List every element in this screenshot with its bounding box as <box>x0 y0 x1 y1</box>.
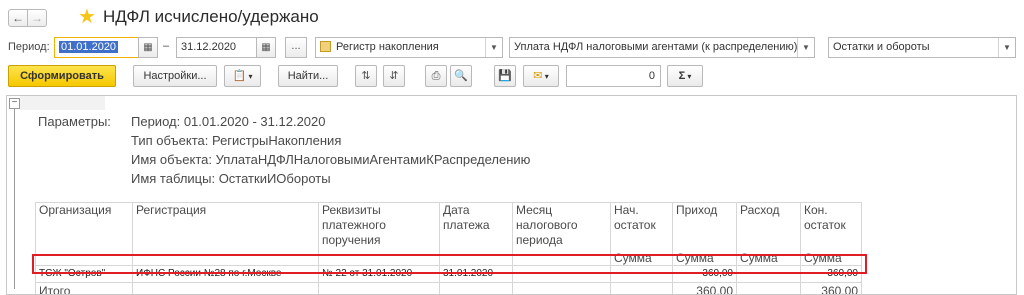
save-button[interactable]: 💾 <box>494 65 516 87</box>
cell-organization[interactable]: ТСЖ "Остров" <box>35 265 133 283</box>
total-income[interactable]: 360,00 <box>672 282 737 294</box>
column-subheader <box>35 251 133 266</box>
column-subheader: Сумма <box>610 251 673 266</box>
cell-tax-month[interactable] <box>512 265 611 283</box>
column-subheader: Сумма <box>672 251 737 266</box>
period-select-button[interactable]: ... <box>285 37 307 58</box>
column-subheader: Сумма <box>736 251 801 266</box>
find-button[interactable]: Найти... <box>278 65 338 87</box>
cell-payment-date[interactable]: 31.01.2020 <box>439 265 513 283</box>
column-header[interactable]: Месяц налогового периода <box>512 202 611 252</box>
clipboard-icon: 📋 <box>232 70 247 82</box>
source-type-select[interactable]: Регистр накопления ▼ <box>315 37 503 58</box>
report-table: Организация Регистрация Реквизиты платеж… <box>35 202 862 294</box>
register-icon <box>320 41 331 52</box>
sort-desc-button[interactable]: ⇵ <box>383 65 405 87</box>
table-subheader-row: Сумма Сумма Сумма Сумма <box>35 251 862 266</box>
print-button[interactable]: ⎙ <box>425 65 447 87</box>
group-line <box>14 109 15 289</box>
sort-asc-button[interactable]: ⇅ <box>355 65 377 87</box>
cell-opening-balance[interactable] <box>610 265 673 283</box>
report-document[interactable]: − Параметры: Период: 01.01.2020 - 31.12.… <box>6 95 1017 295</box>
column-header[interactable]: Организация <box>35 202 133 252</box>
table-header-row: Организация Регистрация Реквизиты платеж… <box>35 202 862 252</box>
star-icon[interactable]: ★ <box>78 6 96 28</box>
sort-descending-icon: ⇵ <box>389 70 399 82</box>
cell-registration[interactable]: ИФНС России №28 по г.Москве <box>132 265 319 283</box>
chevron-down-icon: ▾ <box>246 72 253 81</box>
total-closing[interactable]: 360,00 <box>800 282 862 294</box>
report-header-shade <box>20 96 105 110</box>
floppy-disk-icon: 💾 <box>498 70 512 82</box>
column-subheader: Сумма <box>800 251 862 266</box>
param-period: Период: 01.01.2020 - 31.12.2020 <box>131 114 326 129</box>
column-header[interactable]: Кон. остаток <box>800 202 862 252</box>
cell-expense[interactable] <box>736 265 801 283</box>
column-header[interactable]: Нач. остаток <box>610 202 673 252</box>
title-bar: ← → ★ НДФЛ исчислено/удержано <box>0 0 1024 34</box>
calendar-icon: ▦ <box>143 42 153 53</box>
column-header[interactable]: Регистрация <box>132 202 319 252</box>
period-dash: – <box>163 40 170 52</box>
param-table-name: Имя таблицы: ОстаткиИОбороты <box>131 171 331 186</box>
arrow-right-icon: → <box>31 11 43 25</box>
period-label: Период: <box>8 41 50 53</box>
param-object-name: Имя объекта: УплатаНДФЛНалоговымиАгентам… <box>131 152 531 167</box>
column-subheader <box>132 251 319 266</box>
collapse-group-icon[interactable]: − <box>9 98 20 109</box>
sum-button[interactable]: Σ ▾ <box>667 65 703 87</box>
chevron-down-icon: ▾ <box>685 72 692 81</box>
table-select[interactable]: Остатки и обороты ▼ <box>828 37 1016 58</box>
chevron-down-icon[interactable]: ▼ <box>998 38 1015 57</box>
column-subheader <box>512 251 611 266</box>
chevron-down-icon: ▾ <box>542 72 549 81</box>
column-subheader <box>439 251 513 266</box>
selected-amount-field[interactable]: 0 <box>566 65 661 87</box>
back-button[interactable]: ← <box>8 9 28 27</box>
table-row[interactable]: ТСЖ "Остров" ИФНС России №28 по г.Москве… <box>35 265 862 283</box>
period-from-field[interactable]: 01.01.2020 <box>54 37 140 58</box>
preview-button[interactable]: 🔍 <box>450 65 472 87</box>
send-email-button[interactable]: ✉ ▾ <box>523 65 559 87</box>
params-label: Параметры: <box>38 114 111 129</box>
column-header[interactable]: Приход <box>672 202 737 252</box>
sort-ascending-icon: ⇅ <box>361 70 371 82</box>
forward-button[interactable]: → <box>27 9 47 27</box>
param-object-type: Тип объекта: РегистрыНакопления <box>131 133 342 148</box>
calendar-icon: ▦ <box>261 42 271 53</box>
register-select[interactable]: Уплата НДФЛ налоговыми агентами (к распр… <box>509 37 815 58</box>
column-header[interactable]: Расход <box>736 202 801 252</box>
cell-closing-balance[interactable]: 360,00 <box>800 265 862 283</box>
total-label: Итого <box>35 282 133 294</box>
chevron-down-icon[interactable]: ▼ <box>797 38 814 57</box>
generate-button[interactable]: Сформировать <box>8 65 116 87</box>
column-header[interactable]: Реквизиты платежного поручения <box>318 202 440 252</box>
period-to-field[interactable]: 31.12.2020 <box>176 37 258 58</box>
window-title: НДФЛ исчислено/удержано <box>103 7 319 26</box>
calendar-to-button[interactable]: ▦ <box>256 37 276 58</box>
column-subheader <box>318 251 440 266</box>
column-header[interactable]: Дата платежа <box>439 202 513 252</box>
total-row[interactable]: Итого 360,00 360,00 <box>35 282 862 294</box>
calendar-from-button[interactable]: ▦ <box>138 37 158 58</box>
print-preview-icon: 🔍 <box>454 70 468 82</box>
cell-payment-order[interactable]: № 22 от 31.01.2020 <box>318 265 440 283</box>
settings-button[interactable]: Настройки... <box>133 65 217 87</box>
cell-income[interactable]: 360,00 <box>672 265 737 283</box>
variants-button[interactable]: 📋 ▾ <box>224 65 261 87</box>
arrow-left-icon: ← <box>12 11 24 25</box>
chevron-down-icon[interactable]: ▼ <box>485 38 502 57</box>
printer-icon: ⎙ <box>431 70 441 82</box>
